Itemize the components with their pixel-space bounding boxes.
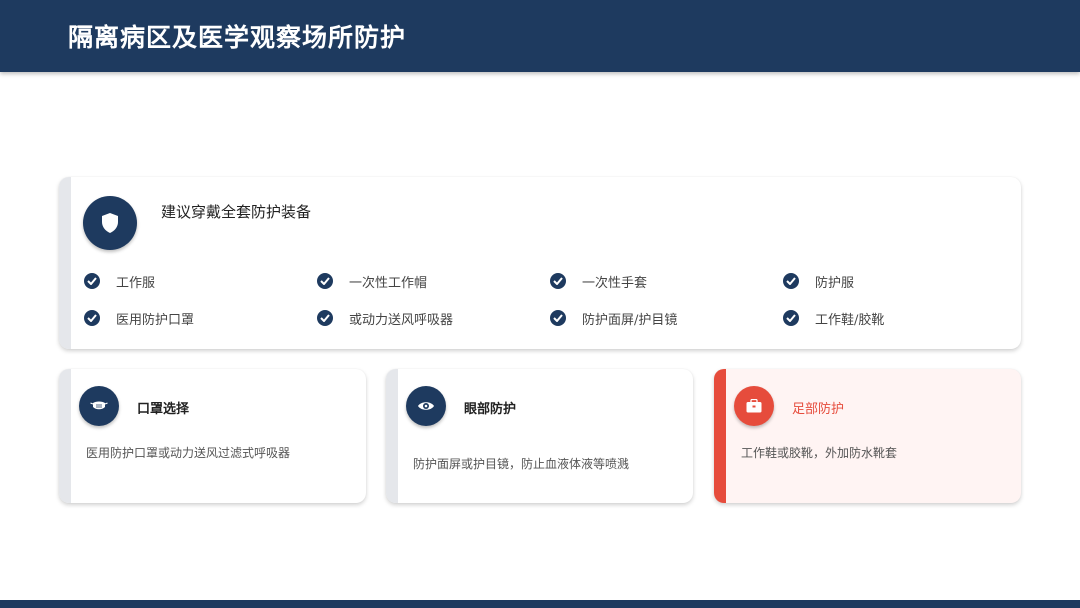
card-description: 工作鞋或胶靴，外加防水靴套: [741, 446, 898, 460]
header-bar: 隔离病区及医学观察场所防护: [0, 0, 1080, 72]
check-circle-icon: [84, 310, 100, 326]
list-item: 或动力送风呼吸器: [317, 308, 453, 328]
card-title: 建议穿戴全套防护装备: [161, 203, 312, 221]
list-item: 工作鞋/胶靴: [783, 308, 884, 328]
equipment-list: 工作服 一次性工作帽 一次性手套 防护服 医用防护口罩 或动力送风呼吸器 防护面…: [84, 271, 1016, 331]
list-item: 防护服: [783, 271, 854, 291]
list-item: 防护面屏/护目镜: [550, 308, 677, 328]
item-label: 工作服: [116, 275, 156, 291]
item-label: 或动力送风呼吸器: [349, 312, 454, 328]
mask-selection-card: 口罩选择 医用防护口罩或动力送风过滤式呼吸器: [59, 369, 366, 503]
check-circle-icon: [783, 273, 799, 289]
foot-protection-card: 足部防护 工作鞋或胶靴，外加防水靴套: [714, 369, 1021, 503]
shield-icon: [83, 196, 137, 250]
mask-icon: [79, 386, 119, 426]
card-title: 口罩选择: [137, 402, 190, 417]
eye-icon: [406, 386, 446, 426]
check-circle-icon: [783, 310, 799, 326]
item-label: 一次性工作帽: [349, 275, 428, 291]
card-accent-bar: [59, 369, 71, 503]
list-item: 一次性手套: [550, 271, 647, 291]
footer-bar: [0, 600, 1080, 608]
card-description: 医用防护口罩或动力送风过滤式呼吸器: [86, 446, 291, 460]
card-accent-bar: [386, 369, 398, 503]
card-description: 防护面屏或护目镜，防止血液体液等喷溅: [413, 457, 630, 471]
card-title: 眼部防护: [464, 402, 517, 417]
eye-protection-card: 眼部防护 防护面屏或护目镜，防止血液体液等喷溅: [386, 369, 693, 503]
check-circle-icon: [550, 310, 566, 326]
card-title: 足部防护: [792, 402, 845, 417]
list-item: 一次性工作帽: [317, 271, 427, 291]
page-title: 隔离病区及医学观察场所防护: [68, 23, 407, 52]
card-accent-bar: [59, 177, 71, 349]
check-circle-icon: [317, 273, 333, 289]
check-circle-icon: [550, 273, 566, 289]
list-item: 医用防护口罩: [84, 308, 194, 328]
item-label: 工作鞋/胶靴: [815, 312, 885, 328]
item-label: 医用防护口罩: [116, 312, 195, 328]
list-item: 工作服: [84, 271, 155, 291]
item-label: 防护服: [815, 275, 855, 291]
item-label: 防护面屏/护目镜: [582, 312, 678, 328]
check-circle-icon: [317, 310, 333, 326]
full-protection-card: 建议穿戴全套防护装备 工作服 一次性工作帽 一次性手套 防护服 医用防护口罩 或…: [59, 177, 1021, 349]
card-accent-bar: [714, 369, 726, 503]
check-circle-icon: [84, 273, 100, 289]
briefcase-icon: [734, 386, 774, 426]
item-label: 一次性手套: [582, 275, 648, 291]
